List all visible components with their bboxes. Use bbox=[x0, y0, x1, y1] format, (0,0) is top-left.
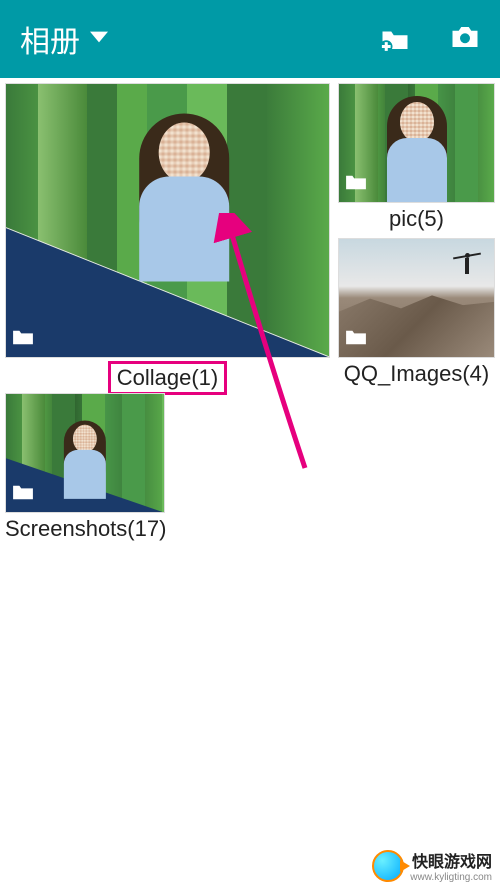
folder-icon bbox=[12, 483, 34, 506]
album-grid: Collage(1) pic(5) bbox=[0, 78, 500, 88]
watermark: 快眼游戏网 www.kyligting.com bbox=[372, 848, 492, 883]
dropdown-icon bbox=[90, 28, 108, 51]
album-label: Collage(1) bbox=[5, 361, 330, 395]
album-label: QQ_Images(4) bbox=[338, 361, 495, 387]
watermark-logo-icon bbox=[372, 850, 404, 882]
album-thumbnail bbox=[338, 83, 495, 203]
album-collage[interactable]: Collage(1) bbox=[5, 83, 330, 395]
title-dropdown[interactable]: 相册 bbox=[20, 17, 380, 61]
camera-icon[interactable] bbox=[450, 24, 480, 55]
album-thumbnail bbox=[5, 83, 330, 358]
album-pic[interactable]: pic(5) bbox=[338, 83, 495, 232]
album-label: pic(5) bbox=[338, 206, 495, 232]
watermark-title: 快眼游戏网 bbox=[410, 848, 492, 872]
folder-icon bbox=[12, 328, 34, 351]
watermark-url: www.kyligting.com bbox=[410, 872, 492, 883]
album-qq-images[interactable]: QQ_Images(4) bbox=[338, 238, 495, 387]
app-header: 相册 bbox=[0, 0, 500, 78]
app-title: 相册 bbox=[20, 17, 80, 61]
folder-icon bbox=[345, 173, 367, 196]
album-screenshots[interactable]: Screenshots(17) bbox=[5, 393, 165, 542]
highlight-annotation: Collage(1) bbox=[108, 361, 228, 395]
new-folder-icon[interactable] bbox=[380, 26, 410, 52]
album-thumbnail bbox=[338, 238, 495, 358]
header-actions bbox=[380, 24, 480, 55]
folder-icon bbox=[345, 328, 367, 351]
album-thumbnail bbox=[5, 393, 165, 513]
album-label: Screenshots(17) bbox=[5, 516, 165, 542]
